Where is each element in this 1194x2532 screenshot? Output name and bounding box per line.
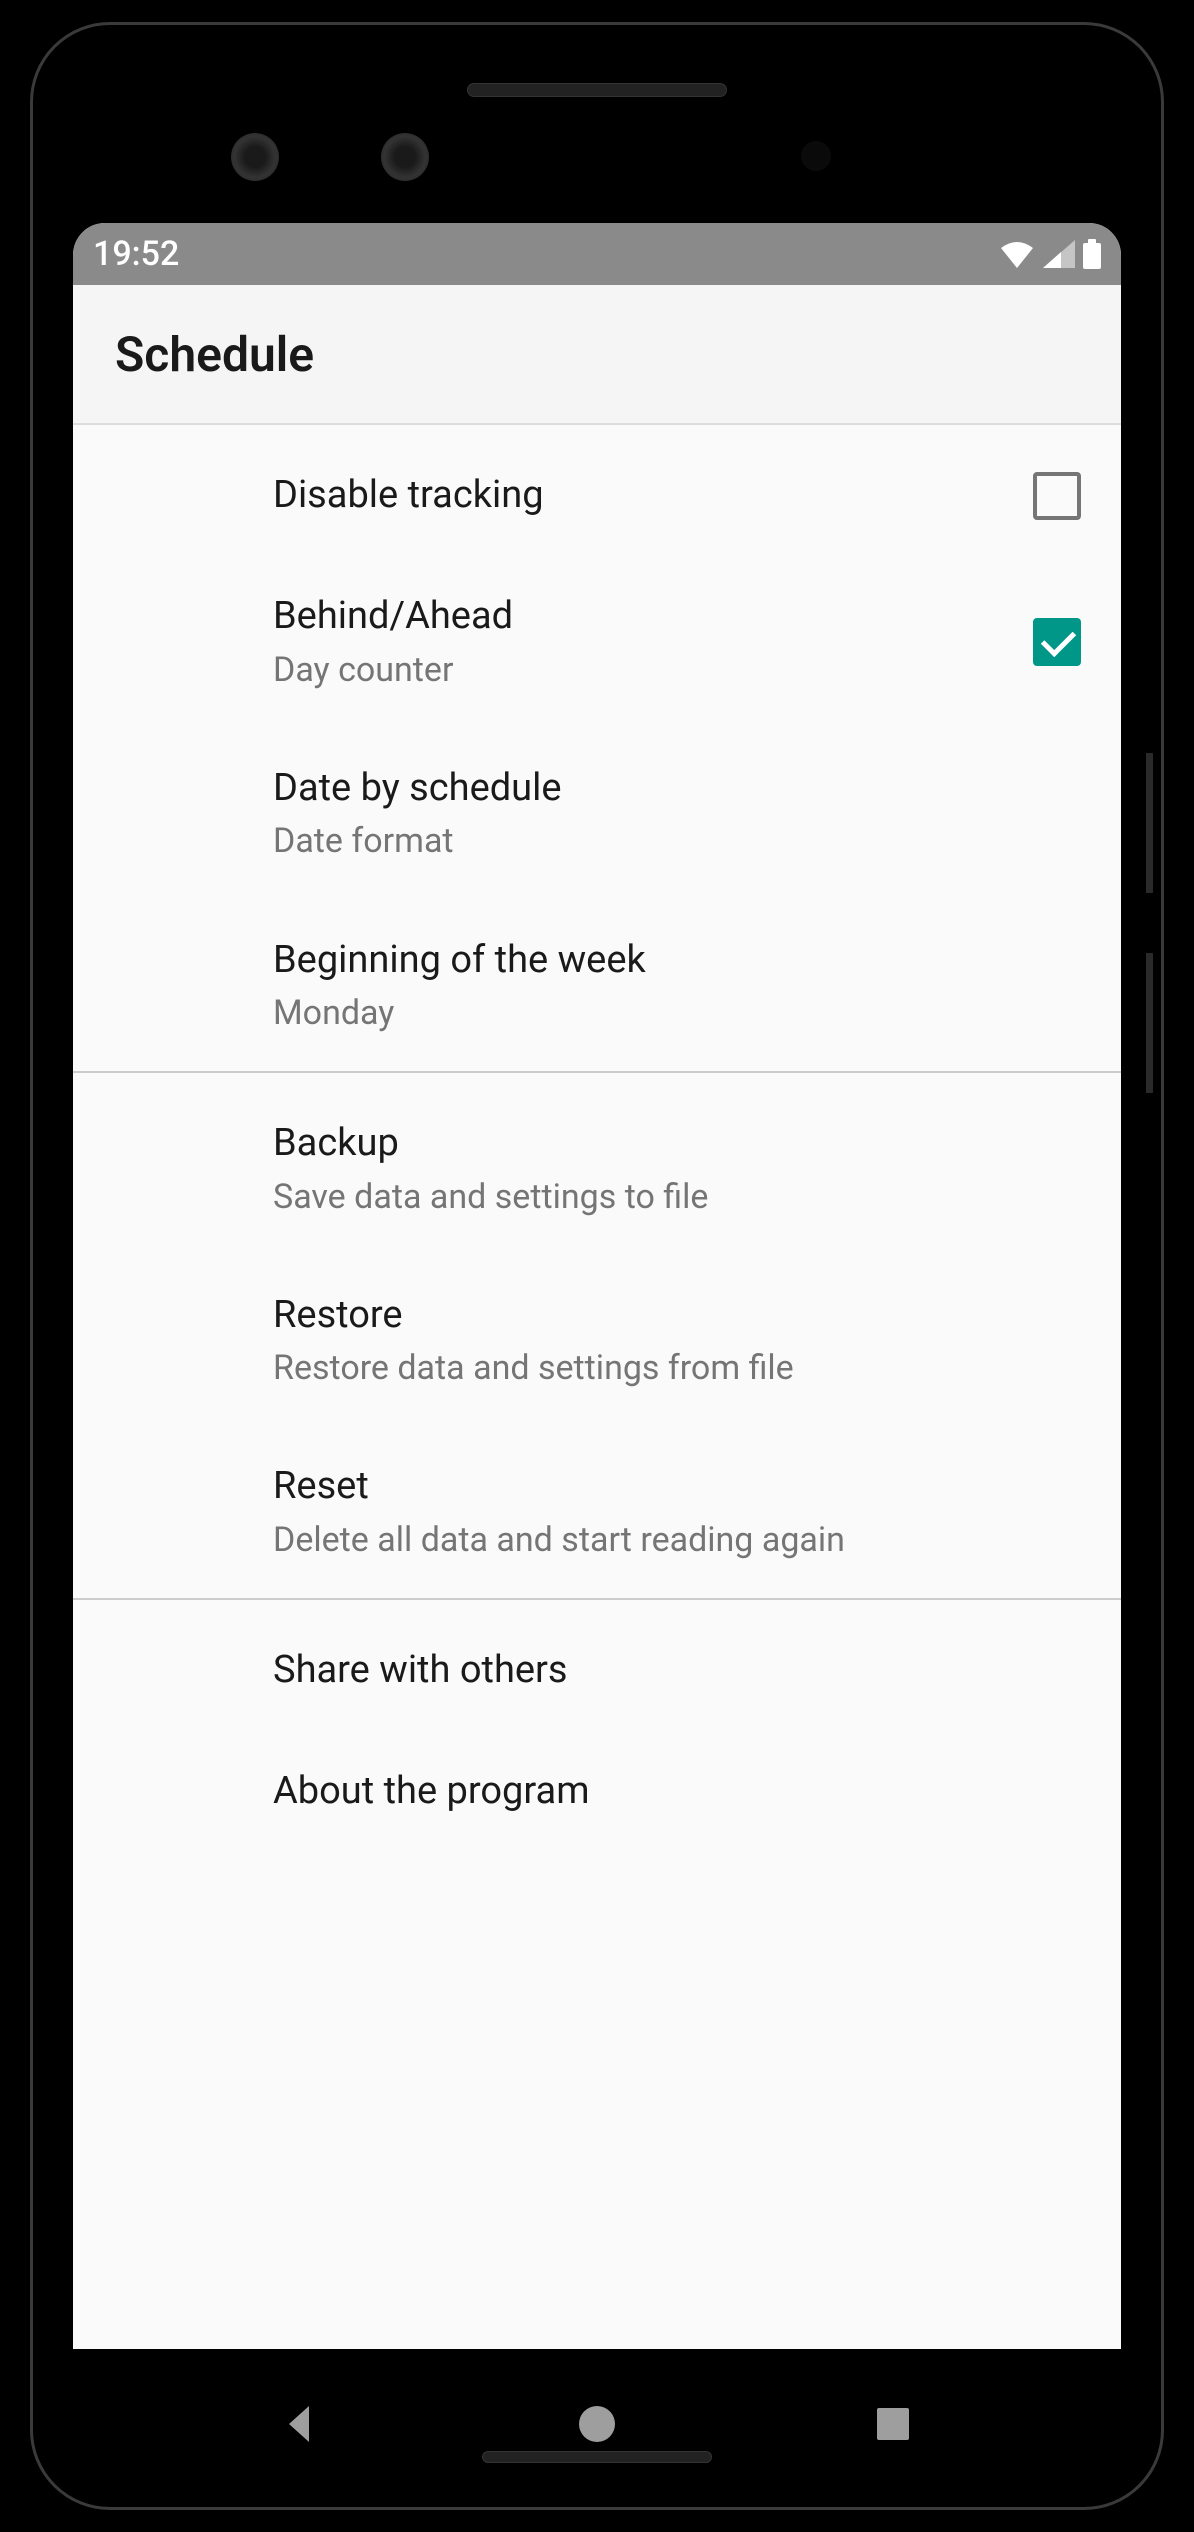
row-title: Behind/Ahead bbox=[273, 592, 1033, 641]
speaker-top bbox=[467, 83, 727, 97]
speaker-bottom bbox=[482, 2451, 712, 2463]
title-bar: Schedule bbox=[73, 285, 1121, 425]
screen: 19:52 Schedule Disable tracking bbox=[73, 223, 1121, 2399]
row-subtitle: Save data and settings to file bbox=[273, 1175, 1081, 1219]
row-subtitle: Date format bbox=[273, 819, 1081, 863]
row-about[interactable]: About the program bbox=[73, 1731, 1121, 1852]
signal-icon bbox=[1043, 240, 1075, 268]
row-backup[interactable]: Backup Save data and settings to file bbox=[73, 1073, 1121, 1255]
status-bar: 19:52 bbox=[73, 223, 1121, 285]
row-restore[interactable]: Restore Restore data and settings from f… bbox=[73, 1255, 1121, 1427]
row-beginning-of-week[interactable]: Beginning of the week Monday bbox=[73, 900, 1121, 1072]
section-about: Share with others About the program bbox=[73, 1600, 1121, 1853]
page-title: Schedule bbox=[115, 326, 314, 383]
nav-home-icon[interactable] bbox=[575, 2402, 619, 2446]
row-title: Reset bbox=[273, 1462, 1081, 1511]
phone-bezel: 19:52 Schedule Disable tracking bbox=[41, 33, 1153, 2499]
row-title: Beginning of the week bbox=[273, 936, 1081, 985]
phone-frame: 19:52 Schedule Disable tracking bbox=[30, 22, 1164, 2510]
row-title: Restore bbox=[273, 1291, 1081, 1340]
row-title: Share with others bbox=[273, 1646, 1081, 1695]
section-tracking: Disable tracking Behind/Ahead Day counte… bbox=[73, 425, 1121, 1073]
checkbox-behind-ahead[interactable] bbox=[1033, 618, 1081, 666]
front-camera-1 bbox=[231, 133, 279, 181]
row-disable-tracking[interactable]: Disable tracking bbox=[73, 425, 1121, 556]
row-title: Backup bbox=[273, 1119, 1081, 1168]
status-icons bbox=[999, 239, 1101, 269]
checkbox-disable-tracking[interactable] bbox=[1033, 472, 1081, 520]
row-behind-ahead[interactable]: Behind/Ahead Day counter bbox=[73, 556, 1121, 728]
wifi-icon bbox=[999, 240, 1035, 268]
row-subtitle: Monday bbox=[273, 991, 1081, 1035]
row-share[interactable]: Share with others bbox=[73, 1600, 1121, 1731]
row-title: About the program bbox=[273, 1767, 1081, 1816]
row-subtitle: Delete all data and start reading again bbox=[273, 1518, 1081, 1562]
row-subtitle: Day counter bbox=[273, 648, 1033, 692]
section-data: Backup Save data and settings to file Re… bbox=[73, 1073, 1121, 1600]
nav-bar bbox=[73, 2349, 1121, 2499]
front-camera-2 bbox=[381, 133, 429, 181]
row-date-by-schedule[interactable]: Date by schedule Date format bbox=[73, 728, 1121, 900]
row-reset[interactable]: Reset Delete all data and start reading … bbox=[73, 1426, 1121, 1598]
status-time: 19:52 bbox=[93, 234, 179, 274]
row-title: Disable tracking bbox=[273, 471, 1033, 520]
content[interactable]: Disable tracking Behind/Ahead Day counte… bbox=[73, 425, 1121, 2399]
side-button-1 bbox=[1146, 753, 1153, 893]
nav-recent-icon[interactable] bbox=[871, 2402, 915, 2446]
nav-back-icon[interactable] bbox=[279, 2402, 323, 2446]
battery-icon bbox=[1083, 239, 1101, 269]
row-title: Date by schedule bbox=[273, 764, 1081, 813]
proximity-sensor bbox=[801, 141, 831, 171]
row-subtitle: Restore data and settings from file bbox=[273, 1346, 1081, 1390]
side-button-2 bbox=[1146, 953, 1153, 1093]
